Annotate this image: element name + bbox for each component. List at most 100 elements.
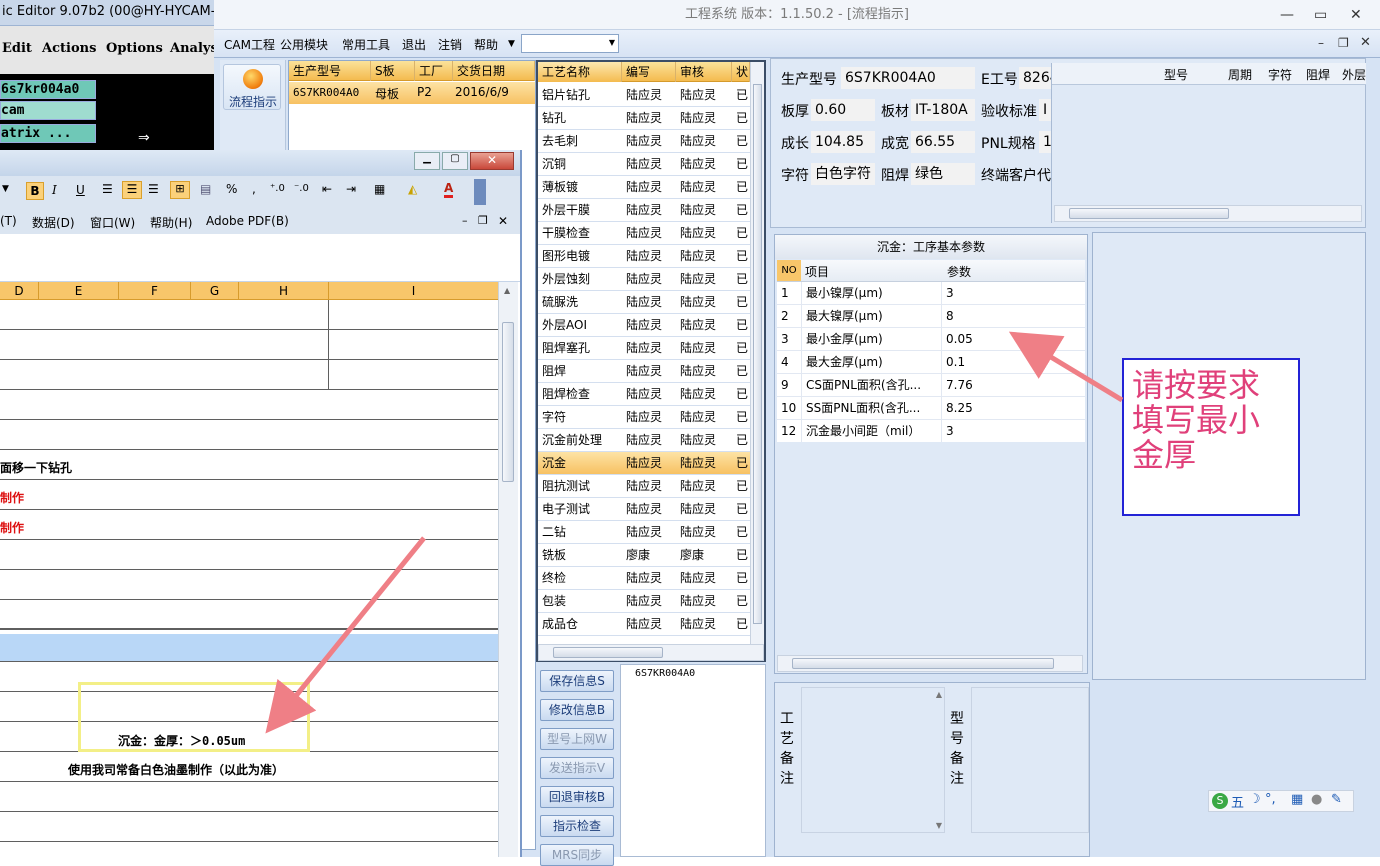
history-hscrollbar[interactable] (1054, 205, 1362, 222)
excel-menu-data[interactable]: 数据(D) (32, 214, 75, 231)
keyboard-icon[interactable]: ▦ (1291, 792, 1303, 807)
col-param[interactable]: 参数 (947, 263, 971, 280)
process-row[interactable]: 外层蚀刻 陆应灵 陆应灵 已 (538, 268, 750, 291)
chevron-down-icon[interactable]: ▼ (508, 39, 515, 49)
soldermask-field[interactable]: 绿色 (911, 163, 975, 185)
process-row[interactable]: 包装 陆应灵 陆应灵 已 (538, 590, 750, 613)
ime-toolbar[interactable]: S 五 ☽ °, ▦ ● ✎ (1208, 790, 1354, 812)
comma-button[interactable]: , (252, 182, 256, 196)
param-row[interactable]: 9 CS面PNL面积(含孔... 7.76 (777, 374, 1085, 397)
excel-doc-close-icon[interactable]: ✕ (498, 214, 508, 228)
mdi-restore-icon[interactable]: ❐ (1338, 36, 1349, 50)
sheet-row[interactable]: 面移一下钻孔 (0, 450, 498, 480)
excel-scroll-up-icon[interactable]: ▲ (504, 286, 510, 295)
menu-exit[interactable]: 退出 (402, 36, 426, 53)
excel-vscrollbar[interactable]: ▲ (498, 282, 518, 857)
process-row[interactable]: 铣板 廖康 廖康 已 (538, 544, 750, 567)
excel-formula-area[interactable] (0, 234, 520, 282)
font-dropdown-icon[interactable]: ▼ (2, 184, 9, 194)
process-row[interactable]: 阻焊检查 陆应灵 陆应灵 已 (538, 383, 750, 406)
process-row[interactable]: 二钻 陆应灵 陆应灵 已 (538, 521, 750, 544)
process-row[interactable]: 图形电镀 陆应灵 陆应灵 已 (538, 245, 750, 268)
menu-help[interactable]: 帮助 (474, 36, 498, 53)
sheet-row[interactable] (0, 540, 498, 570)
close-icon[interactable]: ✕ (1350, 0, 1362, 30)
menu-common-tools[interactable]: 常用工具 (342, 36, 390, 53)
maximize-icon[interactable]: ▭ (1314, 0, 1327, 30)
col-period[interactable]: 周期 (1228, 66, 1252, 83)
process-row[interactable]: 铝片钻孔 陆应灵 陆应灵 已 (538, 84, 750, 107)
col-process-name[interactable]: 工艺名称 (538, 62, 622, 82)
pnl-field[interactable]: 1 (1039, 131, 1051, 153)
excel-minimize-icon[interactable]: ▁ (414, 152, 440, 170)
instruction-check-button[interactable]: 指示检查 (540, 815, 614, 837)
order-row[interactable]: 6S7KR004A0 母板 P2 2016/6/9 (289, 82, 535, 104)
align-center-icon[interactable]: ☰ (122, 181, 142, 199)
param-value[interactable]: 3 (941, 282, 1085, 304)
module-dropdown[interactable]: ▼ (521, 34, 619, 53)
params-hscroll-thumb[interactable] (792, 658, 1054, 669)
process-row[interactable]: 沉金前处理 陆应灵 陆应灵 已 (538, 429, 750, 452)
param-row[interactable]: 10 SS面PNL面积(含孔... 8.25 (777, 397, 1085, 420)
borders-icon[interactable]: ▦ (374, 182, 385, 196)
merge-center-icon[interactable]: ⊞ (170, 181, 190, 199)
width-field[interactable]: 66.55 (911, 131, 975, 153)
minimize-icon[interactable]: — (1280, 0, 1294, 30)
col-d[interactable]: D (0, 282, 38, 300)
process-row[interactable]: 阻焊塞孔 陆应灵 陆应灵 已 (538, 337, 750, 360)
mdi-close-icon[interactable]: ✕ (1360, 35, 1371, 50)
process-row[interactable]: 去毛刺 陆应灵 陆应灵 已 (538, 130, 750, 153)
param-row[interactable]: 4 最大金厚(μm) 0.1 (777, 351, 1085, 374)
col-reviewer[interactable]: 审核 (676, 62, 732, 82)
col-h[interactable]: H (238, 282, 328, 300)
sheet-row[interactable] (0, 420, 498, 450)
process-vscrollbar[interactable] (750, 62, 764, 644)
process-row[interactable]: 阻焊 陆应灵 陆应灵 已 (538, 360, 750, 383)
bold-button[interactable]: B (26, 182, 44, 200)
editor-menu-actions[interactable]: Actions (42, 41, 96, 56)
font-color-icon[interactable]: A (444, 181, 454, 198)
acceptance-field[interactable]: I (1039, 99, 1051, 121)
param-row[interactable]: 3 最小金厚(μm) 0.05 (777, 328, 1085, 351)
send-instruction-button[interactable]: 发送指示V (540, 757, 614, 779)
tree-node[interactable]: 6S7KR004A0 (635, 668, 695, 679)
rollback-review-button[interactable]: 回退审核B (540, 786, 614, 808)
excel-menu-help[interactable]: 帮助(H) (150, 214, 192, 231)
process-row[interactable]: 干膜检查 陆应灵 陆应灵 已 (538, 222, 750, 245)
thickness-field[interactable]: 0.60 (811, 99, 875, 121)
flow-instruction-button[interactable]: 流程指示 (223, 64, 281, 110)
ime-mode-label[interactable]: 五 (1231, 792, 1244, 811)
editor-menu-options[interactable]: Options (106, 41, 163, 56)
process-hscroll-thumb[interactable] (553, 647, 663, 658)
col-i[interactable]: I (328, 282, 498, 300)
col-no[interactable]: NO (777, 260, 801, 281)
sheet-row[interactable] (0, 782, 498, 812)
editor-job-field[interactable]: 6s7kr004a0 (0, 80, 96, 99)
length-field[interactable]: 104.85 (811, 131, 875, 153)
sheet-row[interactable] (0, 300, 498, 330)
process-row[interactable]: 沉铜 陆应灵 陆应灵 已 (538, 153, 750, 176)
col-outer[interactable]: 外层 (1342, 66, 1366, 83)
model-remark-field[interactable] (971, 687, 1089, 833)
modify-info-button[interactable]: 修改信息B (540, 699, 614, 721)
col-mask[interactable]: 阻焊 (1306, 66, 1330, 83)
excel-vscroll-thumb[interactable] (502, 322, 514, 482)
user-icon[interactable]: ● (1311, 792, 1322, 807)
sheet-row[interactable]: 制作 (0, 480, 498, 510)
save-info-button[interactable]: 保存信息S (540, 670, 614, 692)
character-field[interactable]: 白色字符 (811, 163, 875, 185)
param-value[interactable]: 0.1 (941, 351, 1085, 373)
param-value[interactable]: 0.05 (941, 328, 1085, 350)
sheet-row[interactable] (0, 390, 498, 420)
model-online-button[interactable]: 型号上网W (540, 728, 614, 750)
editor-step-field[interactable]: cam (0, 101, 96, 120)
process-remark-field[interactable]: ▲ ▼ (801, 687, 945, 833)
sheet-row[interactable] (0, 360, 498, 390)
align-left-icon[interactable]: ☰ (102, 182, 113, 196)
process-row[interactable]: 成品仓 陆应灵 陆应灵 已 (538, 613, 750, 636)
excel-menu-tools[interactable]: (T) (0, 214, 17, 228)
menu-logout[interactable]: 注销 (438, 36, 462, 53)
scroll-up-icon[interactable]: ▲ (936, 690, 942, 699)
col-status[interactable]: 状 (732, 62, 750, 82)
indent-icon[interactable]: ⇥ (346, 182, 356, 196)
